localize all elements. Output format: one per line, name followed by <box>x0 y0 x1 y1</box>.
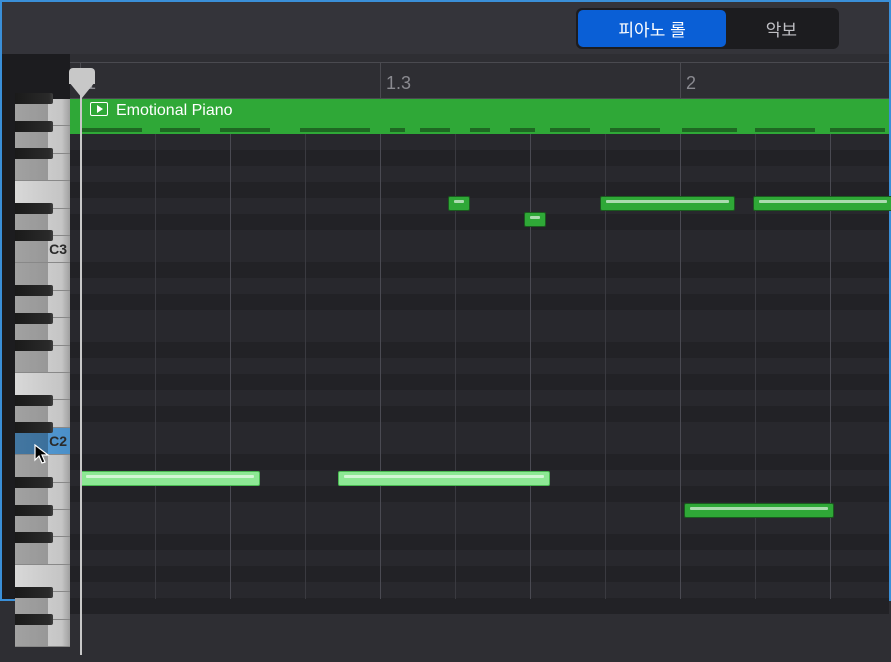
midi-note[interactable] <box>753 196 891 211</box>
grid-row <box>70 150 889 166</box>
ruler-label: 2 <box>686 73 696 94</box>
top-toolbar: 피아노 롤 악보 <box>2 2 889 54</box>
grid-row <box>70 166 889 182</box>
region-title: Emotional Piano <box>116 102 233 120</box>
view-mode-tabs: 피아노 롤 악보 <box>576 8 839 49</box>
tab-score[interactable]: 악보 <box>726 10 837 47</box>
black-key[interactable] <box>15 587 53 598</box>
grid-vline <box>305 134 306 599</box>
region-mini-note <box>550 128 590 132</box>
region-header[interactable]: Emotional Piano <box>70 99 889 134</box>
grid-row <box>70 582 889 598</box>
region-mini-note <box>830 128 885 132</box>
grid-vline <box>530 134 531 599</box>
timeline-area: 11.32 Emotional Piano <box>70 54 889 599</box>
grid-row <box>70 374 889 390</box>
grid-row <box>70 294 889 310</box>
black-key[interactable] <box>15 422 53 433</box>
region-mini-note <box>390 128 405 132</box>
midi-note[interactable] <box>684 503 834 518</box>
region-mini-note <box>682 128 737 132</box>
region-mini-note <box>300 128 370 132</box>
grid-row <box>70 230 889 246</box>
grid-row <box>70 534 889 550</box>
grid-row <box>70 358 889 374</box>
grid-row <box>70 342 889 358</box>
grid-row <box>70 134 889 150</box>
black-key[interactable] <box>15 505 53 516</box>
timeline-ruler[interactable]: 11.32 <box>70 54 889 99</box>
black-key[interactable] <box>15 148 53 159</box>
grid-vline <box>230 134 231 599</box>
grid-row <box>70 454 889 470</box>
midi-note[interactable] <box>338 471 550 486</box>
grid-row <box>70 326 889 342</box>
grid-row <box>70 262 889 278</box>
midi-note[interactable] <box>80 471 260 486</box>
black-key[interactable] <box>15 203 53 214</box>
key-label: C3 <box>49 241 67 257</box>
piano-keyboard[interactable]: C3C2 <box>2 54 70 599</box>
black-key[interactable] <box>15 313 53 324</box>
grid-row <box>70 438 889 454</box>
note-grid[interactable] <box>70 134 889 599</box>
black-key[interactable] <box>15 532 53 543</box>
playhead[interactable] <box>69 82 95 98</box>
black-key[interactable] <box>15 340 53 351</box>
midi-note[interactable] <box>600 196 735 211</box>
grid-row <box>70 390 889 406</box>
tab-piano-roll[interactable]: 피아노 롤 <box>578 10 725 47</box>
editor-container: C3C2 11.32 Emotional Piano <box>2 54 889 599</box>
region-mini-note <box>510 128 535 132</box>
grid-row <box>70 630 889 646</box>
black-key[interactable] <box>15 230 53 241</box>
black-key[interactable] <box>15 477 53 488</box>
grid-row <box>70 310 889 326</box>
grid-row <box>70 214 889 230</box>
midi-note[interactable] <box>448 196 470 211</box>
region-mini-note <box>82 128 142 132</box>
black-key[interactable] <box>15 121 53 132</box>
grid-vline <box>155 134 156 599</box>
black-key[interactable] <box>15 395 53 406</box>
grid-row <box>70 550 889 566</box>
grid-row <box>70 518 889 534</box>
grid-row <box>70 278 889 294</box>
grid-row <box>70 422 889 438</box>
grid-row <box>70 246 889 262</box>
black-key[interactable] <box>15 93 53 104</box>
grid-row <box>70 598 889 614</box>
ruler-mark <box>680 63 681 98</box>
grid-row <box>70 406 889 422</box>
grid-row <box>70 566 889 582</box>
grid-row <box>70 486 889 502</box>
region-mini-note <box>610 128 660 132</box>
grid-row <box>70 646 889 662</box>
ruler-label: 1.3 <box>386 73 411 94</box>
midi-note[interactable] <box>524 212 546 227</box>
black-key[interactable] <box>15 285 53 296</box>
region-mini-note <box>160 128 200 132</box>
region-mini-note <box>420 128 450 132</box>
grid-row <box>70 614 889 630</box>
region-mini-note <box>755 128 815 132</box>
play-icon <box>90 102 108 116</box>
region-mini-note <box>470 128 490 132</box>
black-key[interactable] <box>15 614 53 625</box>
grid-vline <box>380 134 381 599</box>
region-mini-note <box>220 128 270 132</box>
ruler-mark <box>380 63 381 98</box>
cursor-icon <box>34 444 52 466</box>
